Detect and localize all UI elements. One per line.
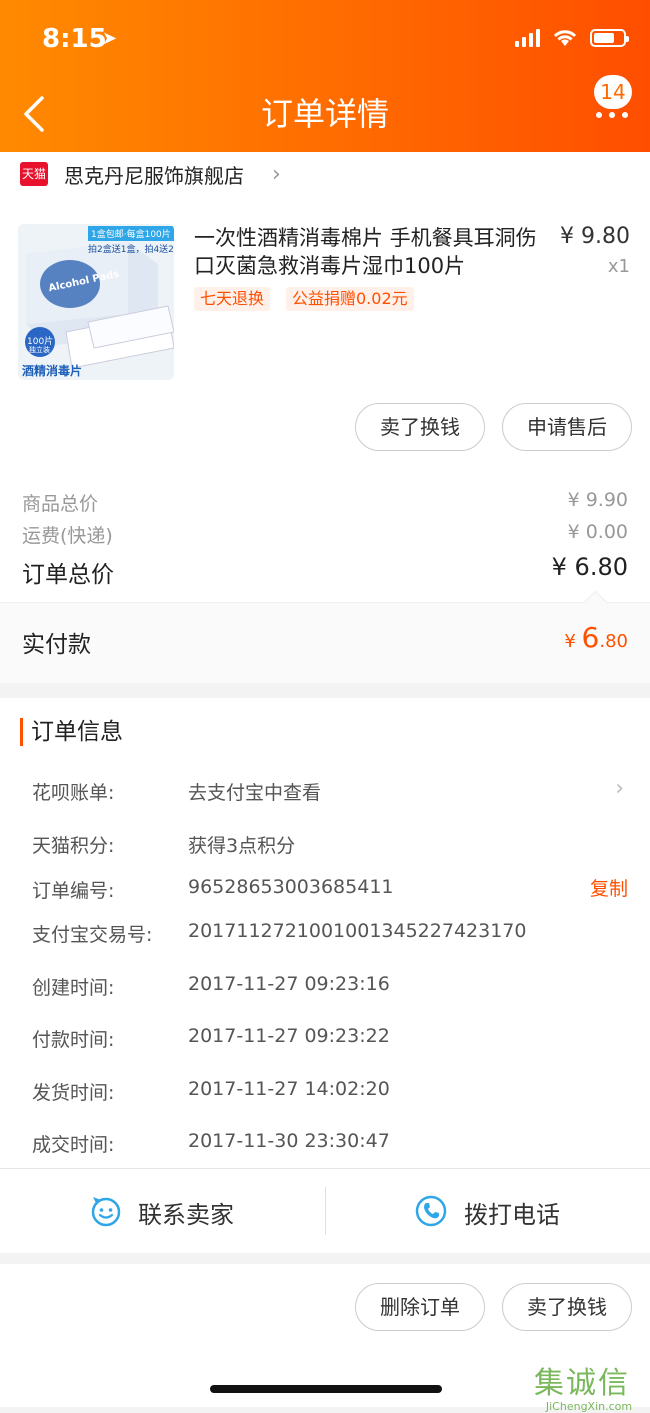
battery-icon [590, 29, 629, 47]
info-label: 花呗账单: [32, 782, 115, 804]
wifi-icon [553, 30, 577, 46]
call-phone-button[interactable]: 拨打电话 [326, 1169, 650, 1253]
more-dots-icon [596, 112, 628, 118]
order-total-value: ¥ 6.80 [551, 553, 628, 581]
info-row-order-number: 订单编号: 96528653003685411 复制 [0, 876, 650, 906]
status-time: 8:15 [42, 24, 107, 54]
goods-total-value: ¥ 9.90 [567, 489, 628, 511]
shop-name[interactable]: 思克丹尼服饰旗舰店 [64, 160, 244, 189]
count-sub-text: 独立装 [29, 346, 50, 354]
bottom-action-bar: 删除订单 卖了换钱 集诚信 JiChengXin.com [0, 1264, 650, 1413]
info-value: 2017-11-27 09:23:16 [188, 973, 390, 995]
paid-integer: 6 [581, 621, 600, 654]
info-row-points: 天猫积分: 获得3点积分 [0, 831, 650, 861]
info-label: 发货时间: [32, 1082, 115, 1104]
info-label: 付款时间: [32, 1029, 115, 1051]
promo-text-a: 1盒包邮·每盒100片 [91, 230, 171, 240]
contact-seller-label: 联系卖家 [138, 1201, 234, 1229]
signal-icon [515, 29, 540, 47]
shipping-value: ¥ 0.00 [567, 521, 628, 543]
promo-banner: 1盒包邮·每盒100片 [88, 226, 174, 241]
contact-seller-button[interactable]: 联系卖家 [0, 1169, 325, 1253]
paid-decimal: .80 [599, 631, 628, 652]
call-phone-label: 拨打电话 [464, 1201, 560, 1229]
tag-charity: 公益捐赠0.02元 [286, 287, 414, 311]
order-info-heading: 订单信息 [20, 718, 123, 746]
info-value: 2017-11-30 23:30:47 [188, 1130, 390, 1152]
order-info-card: 订单信息 花呗账单: 去支付宝中查看 › 天猫积分: 获得3点积分 订单编号: … [0, 698, 650, 1168]
product-image[interactable]: 1盒包邮·每盒100片 拍2盒送1盒，拍4送2 Alcohol Pads 100… [18, 224, 174, 380]
phone-icon [415, 1195, 447, 1227]
info-value: 2017-11-27 14:02:20 [188, 1078, 390, 1100]
info-row-completed-time: 成交时间: 2017-11-30 23:30:47 [0, 1130, 650, 1160]
home-indicator[interactable] [210, 1385, 442, 1393]
promo-sub: 拍2盒送1盒，拍4送2 [88, 245, 174, 255]
contact-bar: 联系卖家 拨打电话 [0, 1168, 650, 1253]
product-quantity: x1 [607, 256, 630, 277]
paid-row: 实付款 ¥ 6.80 [0, 590, 650, 683]
info-label: 订单编号: [32, 880, 115, 902]
product-title[interactable]: 一次性酒精消毒棉片 手机餐具耳洞伤口灭菌急救消毒片湿巾100片 [194, 224, 554, 280]
shop-row[interactable]: 天猫 思克丹尼服饰旗舰店 › [0, 152, 650, 198]
info-label: 天猫积分: [32, 835, 115, 857]
info-label: 成交时间: [32, 1134, 115, 1156]
order-total-label: 订单总价 [22, 562, 114, 588]
page-title: 订单详情 [260, 95, 389, 133]
info-value: 96528653003685411 [188, 876, 394, 898]
watermark-cn: 集诚信 [534, 1366, 630, 1401]
location-arrow-icon: ➤ [102, 28, 118, 49]
info-row-huabei[interactable]: 花呗账单: 去支付宝中查看 › [0, 776, 650, 808]
info-row-shipped-time: 发货时间: 2017-11-27 14:02:20 [0, 1078, 650, 1108]
info-value: 去支付宝中查看 [188, 782, 322, 804]
watermark-logo: 集诚信 JiChengXin.com [534, 1358, 644, 1413]
info-value: 2017112721001001345227423170 [188, 920, 527, 942]
caret-up-icon [583, 590, 608, 615]
paid-amount: ¥ 6.80 [564, 621, 628, 654]
info-value: 2017-11-27 09:23:22 [188, 1025, 390, 1047]
status-icons [515, 28, 629, 48]
resell-bottom-button[interactable]: 卖了换钱 [502, 1283, 632, 1331]
resell-button[interactable]: 卖了换钱 [355, 403, 485, 451]
info-row-alipay-trade-number: 支付宝交易号: 2017112721001001345227423170 [0, 920, 650, 950]
order-summary-card: 天猫 思克丹尼服饰旗舰店 › 1盒包邮·每盒100片 拍2盒送1盒，拍4送2 A… [0, 152, 650, 683]
delete-order-button[interactable]: 删除订单 [355, 1283, 485, 1331]
chevron-right-icon: › [272, 162, 281, 187]
info-label: 创建时间: [32, 977, 115, 999]
header: 8:15 ➤ 订单详情 14 [0, 0, 650, 152]
shipping-label: 运费(快递) [22, 525, 113, 547]
paid-label: 实付款 [22, 632, 91, 658]
after-sales-button[interactable]: 申请售后 [502, 403, 632, 451]
image-caption: 酒精消毒片 [22, 364, 83, 378]
chevron-right-icon: › [615, 776, 624, 801]
tag-seven-day-return: 七天退换 [194, 287, 271, 311]
info-row-paid-time: 付款时间: 2017-11-27 09:23:22 [0, 1025, 650, 1055]
copy-order-number-button[interactable]: 复制 [590, 874, 628, 901]
product-price: ¥ 9.80 [560, 224, 630, 249]
info-value: 获得3点积分 [188, 835, 296, 857]
goods-total-label: 商品总价 [22, 493, 99, 515]
info-label: 支付宝交易号: [32, 924, 153, 946]
info-row-created-time: 创建时间: 2017-11-27 09:23:16 [0, 973, 650, 1003]
paid-currency: ¥ [564, 631, 576, 652]
message-badge: 14 [594, 75, 632, 109]
tmall-logo-icon: 天猫 [20, 162, 48, 186]
chat-face-icon [91, 1197, 121, 1227]
